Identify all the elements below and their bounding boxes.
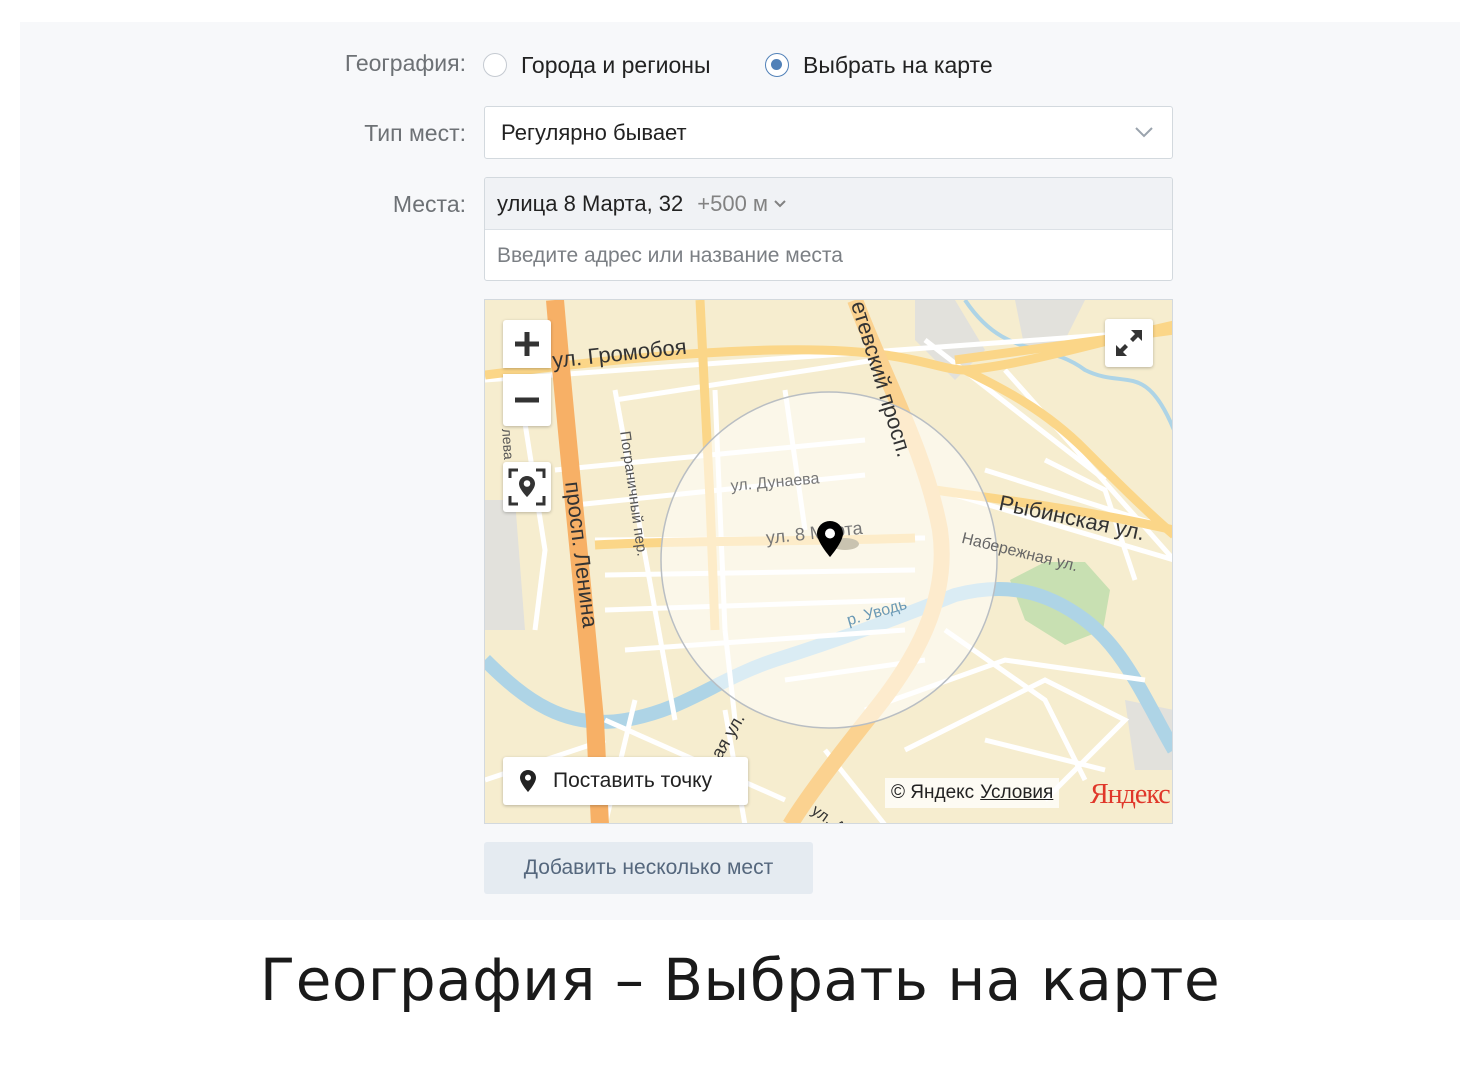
chevron-down-icon (1135, 127, 1153, 138)
put-point-label: Поставить точку (553, 769, 713, 792)
yandex-logo: Яндекс (1090, 779, 1171, 810)
place-search-input[interactable] (485, 230, 1172, 280)
place-name: улица 8 Марта, 32 (497, 190, 684, 216)
minus-icon (515, 397, 539, 403)
radio-cities-regions[interactable]: Города и регионы (483, 50, 710, 80)
map[interactable]: ул. Громобоя ул. Дунаева ул. 8 Марта Пог… (484, 299, 1173, 824)
zoom-out-button[interactable] (503, 374, 551, 426)
place-type-label: Тип мест: (364, 120, 466, 146)
add-multiple-places-button[interactable]: Добавить несколько мест (484, 842, 813, 894)
map-attribution: © Яндекс Условия (885, 778, 1060, 808)
radio-label: Выбрать на карте (803, 51, 993, 78)
map-pin-icon (817, 521, 843, 557)
page-caption: География – Выбрать на карте (259, 946, 1221, 1014)
radio-label: Города и регионы (521, 51, 711, 78)
radius-dropdown[interactable]: +500 м (697, 191, 787, 217)
fullscreen-button[interactable] (1105, 319, 1153, 367)
chevron-down-icon (774, 199, 786, 207)
plus-icon (515, 332, 539, 356)
expand-icon (1116, 330, 1142, 356)
place-type-select[interactable]: Регулярно бывает (484, 106, 1173, 159)
zoom-in-button[interactable] (503, 320, 551, 368)
geolocation-button[interactable] (503, 462, 551, 512)
place-type-value: Регулярно бывает (501, 120, 687, 145)
radio-button-checked[interactable] (765, 53, 789, 77)
radio-button[interactable] (483, 53, 507, 77)
terms-link[interactable]: Условия (980, 782, 1053, 804)
radio-choose-on-map[interactable]: Выбрать на карте (765, 50, 993, 80)
put-point-button[interactable]: Поставить точку (503, 757, 748, 805)
geolocation-icon (508, 468, 546, 506)
geography-label: География: (344, 50, 466, 76)
radius-value: +500 м (697, 190, 769, 216)
copyright-text: © Яндекс (891, 782, 975, 803)
places-label: Места: (392, 191, 466, 217)
street-label: лева (499, 428, 518, 461)
places-field: улица 8 Марта, 32 +500 м (484, 177, 1173, 281)
map-pin-icon (520, 770, 536, 792)
place-token: улица 8 Марта, 32 +500 м (485, 178, 1172, 230)
